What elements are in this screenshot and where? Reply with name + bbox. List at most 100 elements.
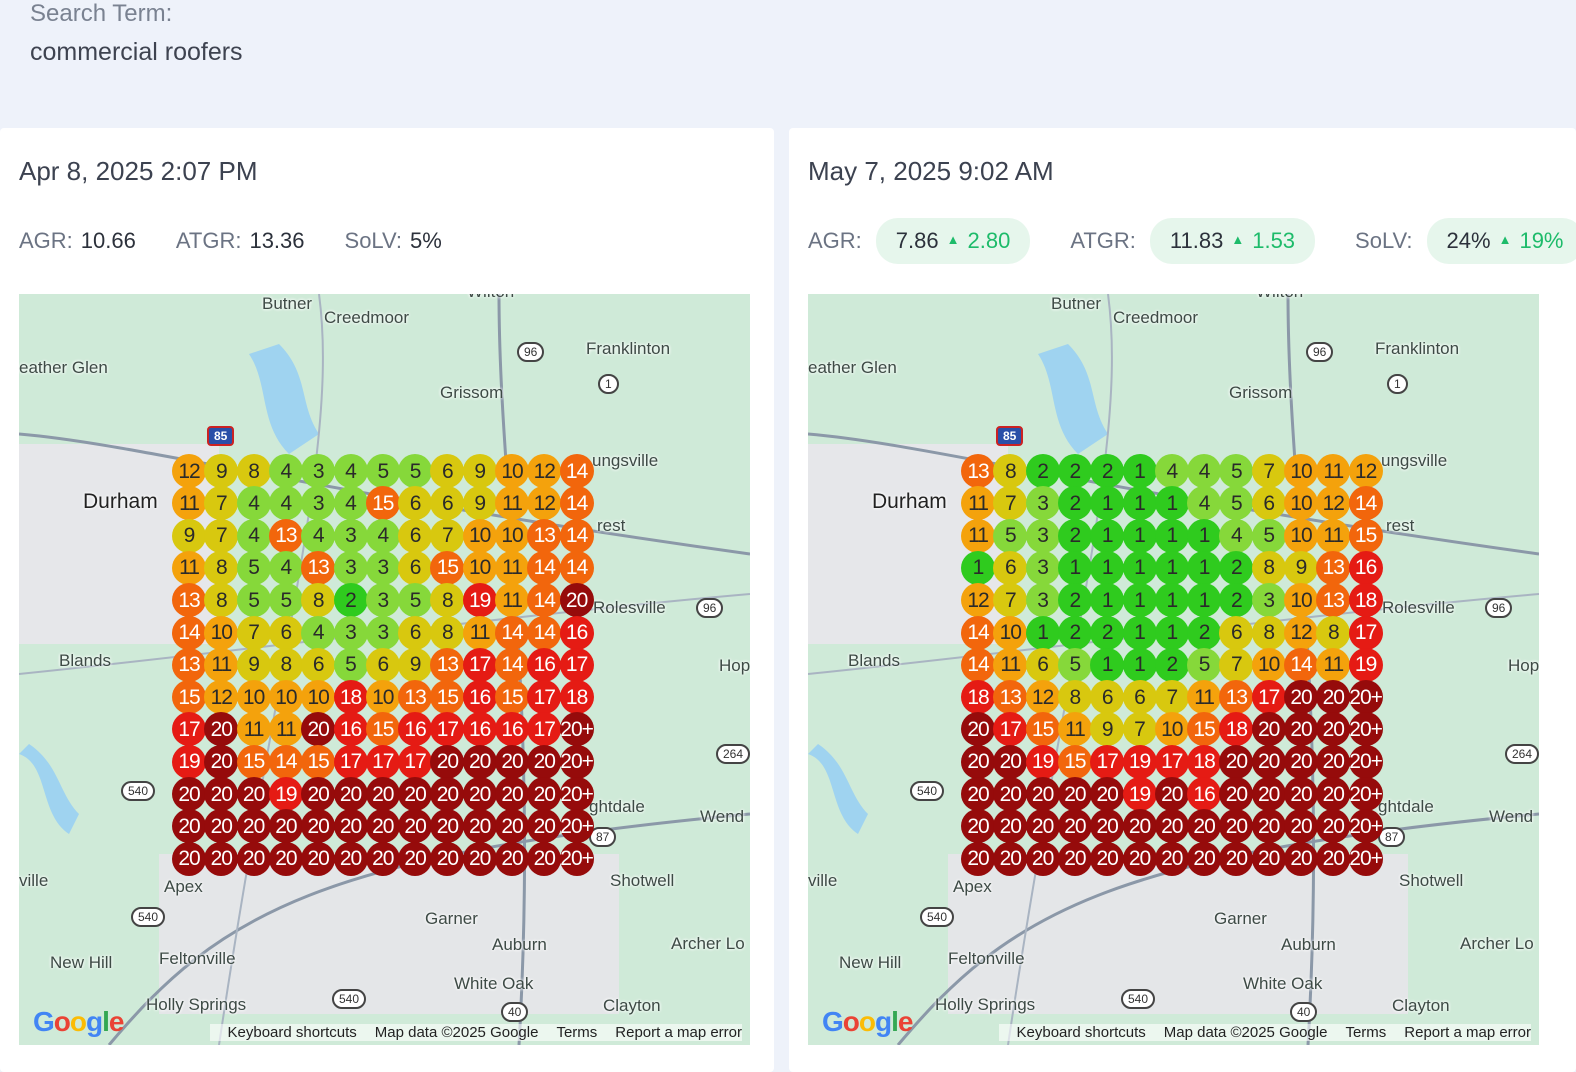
rank-pin[interactable]: 9 [462,486,497,521]
rank-pin[interactable]: 8 [204,583,239,618]
rank-pin[interactable]: 13 [1316,583,1351,618]
rank-pin[interactable]: 10 [268,680,303,715]
rank-pin[interactable]: 12 [527,454,562,488]
rank-pin[interactable]: 20 [1316,809,1351,844]
rank-pin[interactable]: 2 [1025,454,1060,488]
rank-pin[interactable]: 20+ [559,841,594,876]
rank-pin[interactable]: 20 [1122,841,1157,876]
rank-pin[interactable]: 15 [1025,712,1060,747]
rank-pin[interactable]: 19 [1348,647,1383,682]
rank-pin[interactable]: 17 [398,744,433,779]
rank-pin[interactable]: 20 [204,777,239,811]
rank-pin[interactable]: 17 [993,712,1028,747]
rank-pin[interactable]: 10 [495,454,529,488]
rank-pin[interactable]: 16 [527,647,562,682]
rank-pin[interactable]: 20 [1025,841,1060,876]
rank-pin[interactable]: 11 [495,486,529,521]
rank-pin[interactable]: 3 [333,518,368,553]
rank-pin[interactable]: 20+ [1348,712,1383,747]
rank-pin[interactable]: 20 [1219,777,1254,811]
rank-pin[interactable]: 20 [961,777,995,811]
rank-pin[interactable]: 20 [1251,712,1286,747]
rank-pin[interactable]: 1 [1154,583,1189,618]
rank-pin[interactable]: 6 [1219,615,1254,650]
rank-pin[interactable]: 16 [462,712,497,747]
rank-pin[interactable]: 20 [398,809,433,844]
rank-pin[interactable]: 20 [462,841,497,876]
rank-pin[interactable]: 10 [462,550,497,585]
rank-pin[interactable]: 5 [1057,647,1092,682]
rank-pin[interactable]: 10 [301,680,336,715]
rank-pin[interactable]: 12 [204,680,239,715]
rank-pin[interactable]: 20 [1154,809,1189,844]
rank-pin[interactable]: 3 [365,550,400,585]
rank-pin[interactable]: 16 [495,712,529,747]
rank-pin[interactable]: 1 [1025,615,1060,650]
rank-pin[interactable]: 20 [462,809,497,844]
rank-pin[interactable]: 20 [527,744,562,779]
rank-pin[interactable]: 20 [1251,744,1286,779]
rank-pin[interactable]: 5 [236,583,271,618]
rank-pin[interactable]: 11 [1187,680,1222,715]
rank-pin[interactable]: 8 [1251,550,1286,585]
rank-pin[interactable]: 20 [1219,744,1254,779]
rank-pin[interactable]: 4 [1187,454,1222,488]
rank-pin[interactable]: 3 [333,550,368,585]
rank-pin[interactable]: 20+ [1348,809,1383,844]
rank-pin[interactable]: 17 [559,647,594,682]
rank-pin[interactable]: 17 [1090,744,1125,779]
terms-link[interactable]: Terms [1345,1024,1386,1041]
rank-pin[interactable]: 20 [1284,809,1318,844]
rank-pin[interactable]: 20+ [559,744,594,779]
rank-pin[interactable]: 20 [398,841,433,876]
rank-pin[interactable]: 1 [1154,486,1189,521]
rank-pin[interactable]: 10 [236,680,271,715]
rank-pin[interactable]: 10 [1284,454,1318,488]
rank-pin[interactable]: 2 [1057,583,1092,618]
rank-pin[interactable]: 8 [430,583,465,618]
rank-pin[interactable]: 20 [301,712,336,747]
rank-pin[interactable]: 1 [1090,583,1125,618]
rank-pin[interactable]: 7 [993,583,1028,618]
rank-pin[interactable]: 7 [236,615,271,650]
rank-pin[interactable]: 14 [268,744,303,779]
rank-pin[interactable]: 18 [559,680,594,715]
rank-pin[interactable]: 13 [1316,550,1351,585]
rank-pin[interactable]: 14 [559,486,594,521]
rank-pin[interactable]: 20+ [559,712,594,747]
rank-pin[interactable]: 14 [559,518,594,553]
rank-grid-map[interactable]: Butner Creedmoor Wilton eather Glen Franklin… [19,294,750,1045]
rank-pin[interactable]: 17 [430,712,465,747]
rank-pin[interactable]: 5 [398,454,433,488]
rank-pin[interactable]: 10 [1251,647,1286,682]
rank-pin[interactable]: 20+ [1348,680,1383,715]
rank-pin[interactable]: 10 [365,680,400,715]
rank-pin[interactable]: 20 [301,809,336,844]
rank-pin[interactable]: 12 [1348,454,1383,488]
rank-pin[interactable]: 8 [301,583,336,618]
rank-pin[interactable]: 1 [1122,647,1157,682]
rank-pin[interactable]: 13 [301,550,336,585]
rank-pin[interactable]: 6 [398,615,433,650]
rank-pin[interactable]: 20 [1219,841,1254,876]
rank-pin[interactable]: 20 [236,777,271,811]
rank-pin[interactable]: 20 [1284,712,1318,747]
rank-pin[interactable]: 6 [1251,486,1286,521]
rank-pin[interactable]: 17 [365,744,400,779]
rank-pin[interactable]: 4 [268,486,303,521]
rank-pin[interactable]: 11 [495,583,529,618]
rank-pin[interactable]: 20 [268,841,303,876]
rank-pin[interactable]: 19 [1025,744,1060,779]
rank-pin[interactable]: 1 [1187,583,1222,618]
keyboard-shortcuts-link[interactable]: Keyboard shortcuts [228,1024,357,1041]
rank-pin[interactable]: 14 [495,647,529,682]
rank-pin[interactable]: 2 [1219,583,1254,618]
rank-pin[interactable]: 3 [365,583,400,618]
rank-pin[interactable]: 1 [961,550,995,585]
rank-pin[interactable]: 20 [961,841,995,876]
rank-pin[interactable]: 6 [365,647,400,682]
keyboard-shortcuts-link[interactable]: Keyboard shortcuts [1017,1024,1146,1041]
rank-pin[interactable]: 20 [1057,809,1092,844]
rank-pin[interactable]: 15 [430,680,465,715]
rank-pin[interactable]: 15 [495,680,529,715]
